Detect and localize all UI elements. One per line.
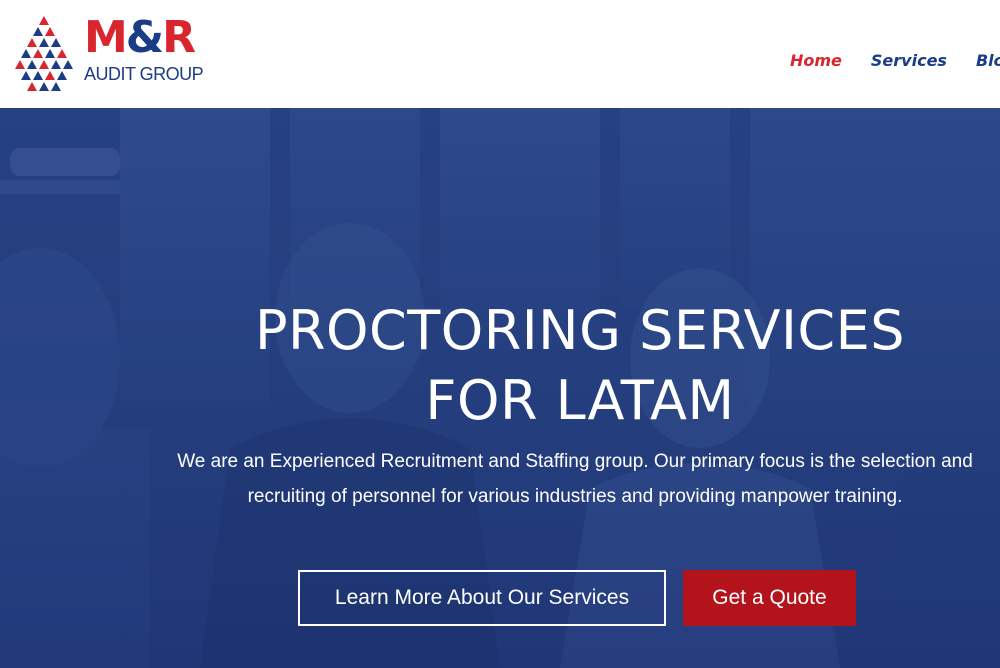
logo[interactable]: M&R AUDIT GROUP (14, 12, 214, 96)
logo-brand-r: R (162, 12, 196, 63)
hero-description: We are an Experienced Recruitment and St… (177, 451, 973, 507)
triangle-logo-icon (15, 16, 73, 91)
logo-brand: M&R (84, 12, 214, 64)
hero-section: PROCTORING SERVICES FOR LATAM We are an … (0, 108, 1000, 668)
get-quote-button[interactable]: Get a Quote (683, 570, 856, 626)
nav-item-services[interactable]: Services (871, 48, 947, 74)
main-nav: Home Services Blo (790, 48, 1000, 74)
nav-item-home[interactable]: Home (790, 48, 842, 74)
nav-item-blog[interactable]: Blo (976, 48, 1000, 74)
logo-subtitle: AUDIT GROUP (84, 64, 204, 84)
logo-brand-amp: & (125, 12, 164, 63)
logo-brand-m: M (84, 12, 128, 63)
logo-text: M&R AUDIT GROUP (84, 12, 214, 84)
hero-title: PROCTORING SERVICES FOR LATAM (254, 299, 906, 432)
learn-more-button[interactable]: Learn More About Our Services (298, 570, 666, 626)
site-header: M&R AUDIT GROUP Home Services Blo (0, 0, 1000, 108)
